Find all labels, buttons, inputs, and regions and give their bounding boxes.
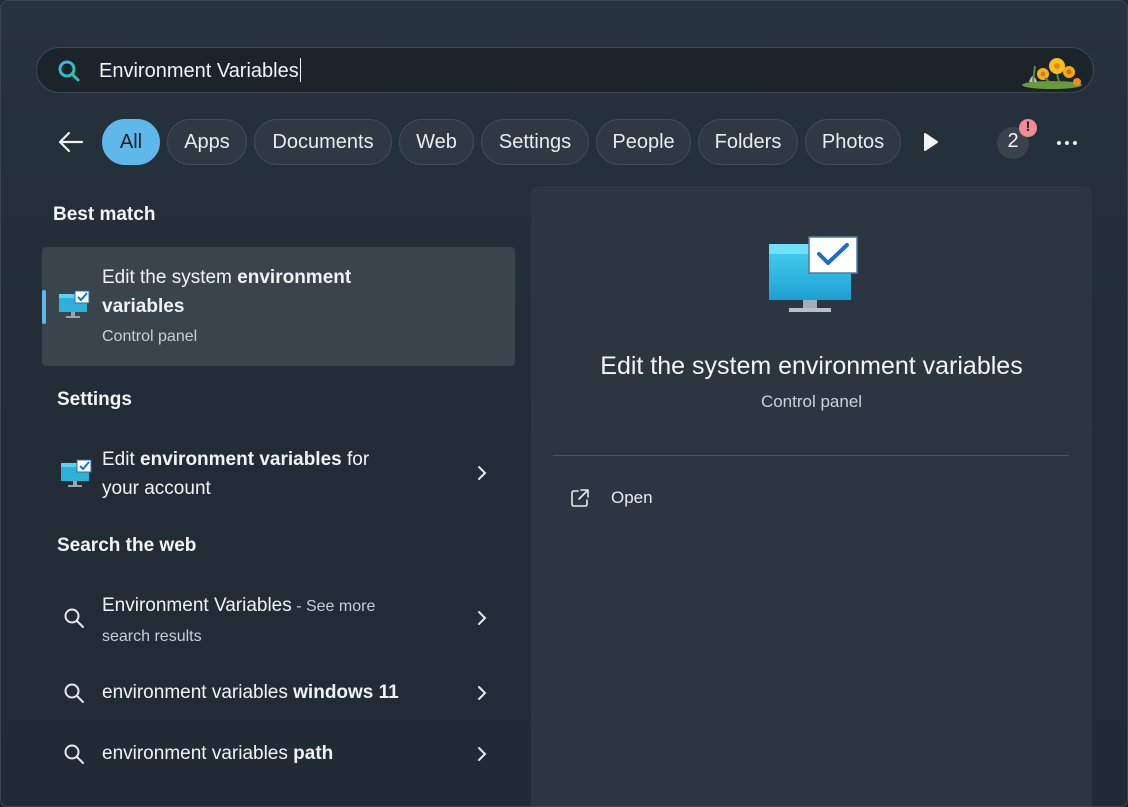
best-match-item[interactable]: Edit the system environment variables Co… [42,247,515,366]
tab-people[interactable]: People [596,119,691,165]
tab-documents[interactable]: Documents [254,119,392,165]
search-bar[interactable]: Environment Variables [36,47,1094,93]
environment-variables-icon [769,236,858,312]
chevron-right-icon [478,466,487,480]
tab-folders[interactable]: Folders [698,119,798,165]
ellipsis-icon[interactable] [1053,133,1081,153]
tab-apps[interactable]: Apps [167,119,247,165]
search-icon [64,683,84,703]
divider [553,455,1069,456]
detail-title: Edit the system environment variables [600,352,1023,380]
web-result-label: environment variables windows 11 [102,682,399,703]
best-match-title: Edit the system environment variables Co… [102,267,352,345]
search-icon [64,744,84,764]
flowers-highlight-icon[interactable] [1019,52,1085,90]
best-match-subtitle: Control panel [102,328,198,345]
search-icon [64,608,84,628]
text-caret [299,58,301,82]
settings-item-label: Edit environment variables for your acco… [102,449,370,499]
environment-variables-icon [61,459,92,487]
chevron-right-icon [478,686,487,700]
open-action-label: Open [611,488,653,507]
search-input[interactable]: Environment Variables [99,58,301,84]
section-settings: Settings [57,389,132,410]
selection-indicator [42,290,46,324]
tab-photos[interactable]: Photos [805,119,901,165]
tab-settings[interactable]: Settings [481,119,589,165]
section-search-web: Search the web [57,535,197,556]
alert-icon [1019,118,1037,137]
back-arrow-icon[interactable] [55,127,87,157]
detail-pane: Edit the system environment variables Co… [531,186,1092,806]
tab-all[interactable]: All [102,119,160,165]
environment-variables-icon [59,290,90,318]
tab-web[interactable]: Web [399,119,474,165]
detail-subtitle: Control panel [760,392,863,411]
web-result-label: Environment Variables - See more search … [102,595,376,645]
notification-badge[interactable]: 2 [997,118,1037,159]
play-icon[interactable] [919,129,943,155]
open-external-icon [571,489,589,507]
search-icon [58,60,80,82]
section-best-match: Best match [53,204,156,225]
chevron-right-icon [478,747,487,761]
web-result-label: environment variables path [102,743,334,764]
chevron-right-icon [478,611,487,625]
search-window: Environment Variables All Apps Documents… [0,0,1128,807]
